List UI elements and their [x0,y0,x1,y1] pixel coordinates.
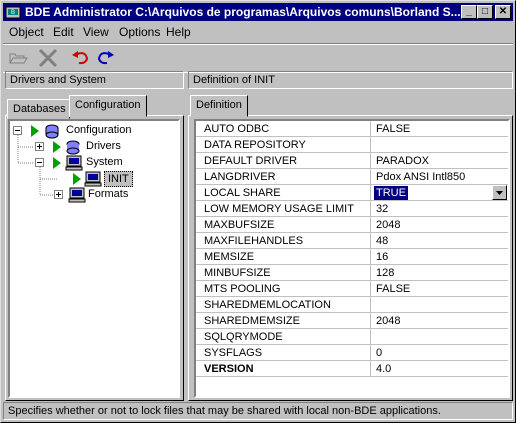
tree-label: Formats [88,188,129,200]
drivers-icon [66,140,80,155]
left-panel-header: Drivers and System [5,71,184,89]
tree-item-init[interactable]: INIT [10,171,178,187]
green-arrow-icon [31,125,39,137]
toolbar [3,43,513,73]
computer-icon [68,187,86,203]
bde-administrator-window: B BDE Administrator C:\Arquivos de progr… [0,0,516,423]
definition-row[interactable]: SHAREDMEMLOCATION [196,297,508,313]
tree-item-configuration[interactable]: Configuration [10,123,178,139]
definition-row[interactable]: LANGDRIVER Pdox ANSI Intl850 [196,169,508,185]
undo-arrow-icon[interactable] [69,48,91,68]
computer-icon [84,171,102,187]
maximize-button[interactable]: □ [477,5,493,19]
definition-row[interactable]: MEMSIZE 16 [196,249,508,265]
dropdown-button[interactable] [492,185,507,200]
redo-arrow-icon[interactable] [95,48,117,68]
status-bar: Specifies whether or not to lock files t… [3,402,513,420]
definition-row[interactable]: MTS POOLING FALSE [196,281,508,297]
tree-label: Drivers [86,140,121,152]
definition-row[interactable]: SYSFLAGS 0 [196,345,508,361]
menu-view[interactable]: View [83,25,109,39]
definition-row[interactable]: MAXFILEHANDLES 48 [196,233,508,249]
right-panel-header: Definition of INIT [188,71,513,89]
menu-edit[interactable]: Edit [53,25,74,39]
tree-label-selected: INIT [104,171,133,187]
green-arrow-icon [53,157,61,169]
delete-x-icon[interactable] [37,48,59,68]
minimize-button[interactable]: _ [461,5,477,19]
tab-databases[interactable]: Databases [7,99,70,119]
configuration-tree[interactable]: Configuration Drivers System INIT Format… [8,119,180,398]
tree-label: System [86,156,123,168]
local-share-value[interactable]: TRUE [374,186,408,200]
tab-configuration[interactable]: Configuration [69,95,147,117]
green-arrow-icon [53,141,61,153]
tab-definition[interactable]: Definition [190,95,248,117]
close-button[interactable]: ✕ [495,5,511,19]
tree-label: Configuration [66,124,132,136]
definition-row[interactable]: VERSION 4.0 [196,361,508,377]
tree-item-formats[interactable]: Formats [10,187,178,203]
tree-item-drivers[interactable]: Drivers [10,139,178,155]
svg-text:B: B [11,10,15,16]
bde-app-icon: B [5,6,21,19]
definition-row[interactable]: DATA REPOSITORY [196,137,508,153]
chevron-down-icon [496,191,503,195]
green-arrow-icon [73,173,81,185]
definition-row[interactable]: MINBUFSIZE 128 [196,265,508,281]
title-bar[interactable]: B BDE Administrator C:\Arquivos de progr… [3,3,513,21]
collapse-icon[interactable] [13,126,22,135]
database-config-icon [45,124,59,139]
computer-icon [65,155,83,171]
definition-grid[interactable]: AUTO ODBC FALSE DATA REPOSITORY DEFAULT D… [194,119,510,398]
menu-options[interactable]: Options [119,25,160,39]
definition-row[interactable]: SHAREDMEMSIZE 2048 [196,313,508,329]
definition-row[interactable]: SQLQRYMODE [196,329,508,345]
definition-row-selected[interactable]: LOCAL SHARE TRUE [196,185,508,201]
window-title: BDE Administrator C:\Arquivos de program… [25,5,461,19]
expand-icon[interactable] [35,142,44,151]
menu-object[interactable]: Object [9,25,44,39]
collapse-icon[interactable] [35,158,44,167]
definition-row[interactable]: AUTO ODBC FALSE [196,121,508,137]
expand-icon[interactable] [54,190,63,199]
tree-item-system[interactable]: System [10,155,178,171]
definition-row[interactable]: LOW MEMORY USAGE LIMIT 32 [196,201,508,217]
definition-row[interactable]: MAXBUFSIZE 2048 [196,217,508,233]
definition-row[interactable]: DEFAULT DRIVER PARADOX [196,153,508,169]
menu-help[interactable]: Help [166,25,191,39]
menu-bar: Object Edit View Options Help [3,23,513,41]
folder-open-icon[interactable] [7,48,29,68]
